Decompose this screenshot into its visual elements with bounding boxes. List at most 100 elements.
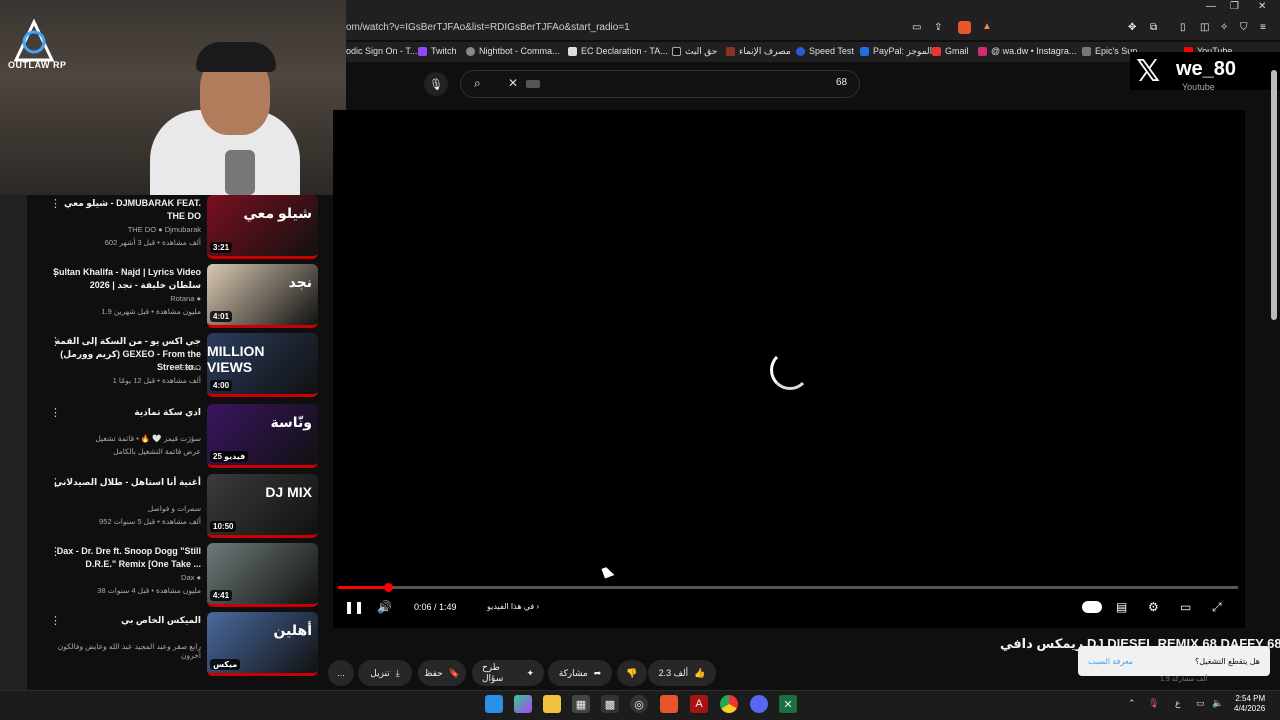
rewards-icon[interactable]: ▲: [982, 21, 992, 32]
obs-icon[interactable]: ◎: [630, 695, 648, 713]
bookmark-item[interactable]: مصرف الإنماء: [726, 46, 791, 57]
playlist-item[interactable]: MILLION VIEWS 4:00 جي اكس يو - من السكة إل…: [28, 333, 324, 401]
speaker-icon[interactable]: 🔈: [1212, 698, 1223, 709]
vpn-icon[interactable]: ⛉: [1240, 22, 1248, 33]
playlist-item-title[interactable]: أغنية أنا استاهل - طلال الصيدلاني: [51, 476, 201, 489]
dislike-button[interactable]: 👎: [617, 660, 647, 686]
playlist-item[interactable]: ونّاسة 25 فيديو ادي سكة تمادية سؤرَت فيمز 🤍…: [28, 404, 324, 472]
video-thumbnail[interactable]: 4:41: [207, 543, 318, 607]
playlist-item-title[interactable]: Dax - Dr. Dre ft. Snoop Dogg "Still D.R.…: [51, 545, 201, 571]
close-icon[interactable]: ✕: [1258, 1, 1266, 12]
video-thumbnail[interactable]: MILLION VIEWS 4:00: [207, 333, 318, 397]
video-thumbnail[interactable]: أهلين ميكس: [207, 612, 318, 676]
minimize-icon[interactable]: —: [1206, 1, 1216, 12]
playlist-item-title[interactable]: الميكس الخاص بي: [51, 614, 201, 627]
playlist-item-title[interactable]: ادي سكة تمادية: [51, 406, 201, 419]
chapter-button[interactable]: في هذا الفيديو ›: [487, 602, 539, 611]
menu-icon[interactable]: ≡: [1260, 22, 1266, 33]
start-icon[interactable]: [485, 695, 503, 713]
video-thumbnail[interactable]: شيلو معي 3:21: [207, 195, 318, 259]
bookmark-item[interactable]: Twitch: [418, 46, 457, 56]
video-thumbnail[interactable]: DJ MIX 10:50: [207, 474, 318, 538]
playlist-item-channel[interactable]: GEXEO: [51, 363, 201, 372]
playlist-item-title[interactable]: شيلو معي - DJMUBARAK FEAT. THE DO: [51, 197, 201, 223]
settings-gear-icon[interactable]: ⚙: [1148, 600, 1159, 614]
restore-icon[interactable]: ❐: [1230, 1, 1239, 12]
network-icon[interactable]: ▭: [1196, 698, 1205, 709]
playlist-item[interactable]: نجد 4:01 Sultan Khalifa - Najd | Lyrics Vi…: [28, 264, 324, 332]
playlist-item-channel[interactable]: Dax ●: [51, 573, 201, 582]
store-icon[interactable]: ▦: [572, 695, 590, 713]
bookmark-item[interactable]: EC Declaration - TA...: [568, 46, 668, 56]
more-options-icon[interactable]: ⋮: [50, 614, 61, 627]
clock[interactable]: 2:54 PM 4/4/2026: [1234, 694, 1265, 714]
more-options-icon[interactable]: ⋮: [50, 197, 61, 210]
more-actions-button[interactable]: ...: [328, 660, 354, 686]
page-scrollbar[interactable]: [1271, 70, 1277, 320]
bookmark-item[interactable]: Nightbot - Comma...: [466, 46, 560, 56]
playlist-item-channel[interactable]: سمرات و فواصل: [51, 504, 201, 513]
more-options-icon[interactable]: ⋮: [50, 476, 61, 489]
playlist-item-channel[interactable]: سؤرَت فيمز 🤍 🔥 • قائمة تشغيل: [51, 434, 201, 443]
bookmark-item[interactable]: @ wa.dw • Instagra...: [978, 46, 1076, 56]
extensions-icon[interactable]: ✥: [1128, 22, 1136, 33]
playlist-item[interactable]: أهلين ميكس الميكس الخاص بي رابع صقر وعبد ال…: [28, 612, 324, 680]
search-input[interactable]: [460, 70, 860, 98]
share-button[interactable]: مشاركة ➦: [548, 660, 612, 686]
chrome-icon[interactable]: [720, 695, 738, 713]
ask-button[interactable]: طرح سؤال ✦: [472, 660, 544, 686]
playlist-item[interactable]: شيلو معي 3:21 شيلو معي - DJMUBARAK FEAT. T…: [28, 195, 324, 263]
more-options-icon[interactable]: ⋮: [50, 266, 61, 279]
voice-search-button[interactable]: 🎙: [424, 72, 448, 96]
tray-overflow-icon[interactable]: ⌃: [1128, 698, 1136, 709]
playlist-item[interactable]: DJ MIX 10:50 أغنية أنا استاهل - طلال الصيد…: [28, 474, 324, 542]
excel-icon[interactable]: ✕: [779, 695, 797, 713]
language-indicator[interactable]: ع: [1175, 698, 1180, 709]
url-text[interactable]: om/watch?v=IGsBerTJFAo&list=RDIGsBerTJFA…: [346, 22, 630, 33]
autoplay-toggle[interactable]: [1082, 601, 1102, 613]
learn-why-link[interactable]: معرفة السبب: [1088, 657, 1133, 666]
screenshot-icon[interactable]: ⧉: [1150, 22, 1157, 33]
volume-icon[interactable]: 🔊: [377, 600, 392, 614]
bookmark-item[interactable]: PayPal: الموجز: [860, 46, 932, 57]
more-options-icon[interactable]: ⋮: [50, 545, 61, 558]
bookmark-item[interactable]: Gmail: [932, 46, 969, 56]
bookmark-item[interactable]: odic Sign On - T...: [346, 46, 417, 56]
wallet-icon[interactable]: ◫: [1200, 22, 1209, 33]
save-button[interactable]: حفظ 🔖: [418, 660, 466, 686]
discord-icon[interactable]: [750, 695, 768, 713]
playlist-item[interactable]: 4:41 Dax - Dr. Dre ft. Snoop Dogg "Still …: [28, 543, 324, 611]
bookmark-item[interactable]: Speed Test: [796, 46, 854, 56]
bookmark-item[interactable]: Epic's Sup: [1082, 46, 1137, 56]
more-options-icon[interactable]: ⋮: [50, 335, 61, 348]
brave-shield-icon[interactable]: [958, 21, 971, 34]
progress-bar[interactable]: [338, 586, 1238, 589]
search-icon[interactable]: ⌕: [474, 76, 481, 91]
cast-icon[interactable]: ▭: [912, 22, 921, 33]
theater-mode-icon[interactable]: ▭: [1180, 600, 1191, 614]
playlist-item-channel[interactable]: Rotana ●: [51, 294, 201, 303]
sidebar-icon[interactable]: ▯: [1180, 22, 1186, 33]
like-button[interactable]: 2.3 ألف 👍: [648, 660, 716, 686]
download-button[interactable]: تنزيل ⤓: [358, 660, 412, 686]
progress-scrubber[interactable]: [383, 583, 393, 592]
playlist-item-channel[interactable]: رابع صقر وعبد المجيد عبد الله وعايض وفال…: [51, 642, 201, 660]
file-explorer-icon[interactable]: [543, 695, 561, 713]
playlist-item-title[interactable]: Sultan Khalifa - Najd | Lyrics Video 202…: [51, 266, 201, 292]
copilot-icon[interactable]: [514, 695, 532, 713]
playlist-item-channel[interactable]: THE DO ● Djmubarak: [51, 225, 201, 234]
mic-tray-icon[interactable]: 🎙: [1148, 698, 1159, 709]
more-options-icon[interactable]: ⋮: [50, 406, 61, 419]
brave-icon[interactable]: [660, 695, 678, 713]
bookmark-item[interactable]: حق البث: [672, 46, 717, 57]
video-thumbnail[interactable]: ونّاسة 25 فيديو: [207, 404, 318, 468]
calculator-icon[interactable]: ▩: [601, 695, 619, 713]
subtitles-icon[interactable]: ▤: [1116, 600, 1127, 614]
fullscreen-icon[interactable]: ⤢: [1212, 600, 1222, 615]
video-thumbnail[interactable]: نجد 4:01: [207, 264, 318, 328]
app-a-icon[interactable]: A: [690, 695, 708, 713]
share-icon[interactable]: ⇪: [934, 22, 942, 33]
pause-icon[interactable]: ❚❚: [344, 600, 364, 614]
leo-icon[interactable]: ✧: [1220, 22, 1228, 33]
clear-search-icon[interactable]: ✕: [508, 76, 518, 90]
